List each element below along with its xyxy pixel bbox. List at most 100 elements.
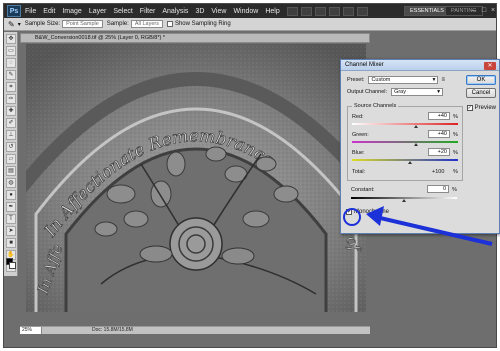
- preset-select[interactable]: Custom ▼: [368, 76, 439, 84]
- eyedropper-icon[interactable]: ✎: [8, 20, 15, 29]
- status-bar: 25% Doc: 15.8M/15.8M: [20, 326, 370, 334]
- ok-button[interactable]: OK: [466, 75, 496, 85]
- menu-edit[interactable]: Edit: [43, 8, 55, 15]
- menu-file[interactable]: File: [25, 8, 36, 15]
- document-canvas[interactable]: In Affectionate Remembrance: [26, 44, 366, 312]
- constant-label: Constant:: [351, 187, 375, 193]
- sample-label: Sample:: [106, 21, 129, 27]
- green-slider-thumb[interactable]: [413, 143, 418, 146]
- photoshop-logo: Ps: [7, 5, 21, 17]
- green-label: Green:: [352, 132, 369, 138]
- menu-select[interactable]: Select: [113, 8, 132, 15]
- bridge-button[interactable]: [286, 6, 298, 16]
- chevron-down-icon: ▼: [436, 89, 442, 95]
- document-title: B&W_Conversion0018.tif @ 25% (Layer 0, R…: [35, 35, 166, 41]
- red-slider-thumb[interactable]: [413, 125, 418, 128]
- channel-mixer-dialog: Channel Mixer ✕ Preset: Custom ▼ ≡ Output…: [340, 59, 500, 234]
- menu-analysis[interactable]: Analysis: [162, 8, 188, 15]
- chevron-down-icon: ▼: [431, 77, 437, 83]
- workspace-essentials[interactable]: ESSENTIALS: [404, 6, 450, 16]
- menu-filter[interactable]: Filter: [140, 8, 156, 15]
- green-value-input[interactable]: +40: [428, 130, 450, 138]
- brush-tool-icon[interactable]: ✐: [6, 118, 16, 128]
- menu-window[interactable]: Window: [233, 8, 258, 15]
- zoom-field[interactable]: 25%: [20, 327, 42, 334]
- total-label: Total:: [352, 169, 366, 175]
- photoshop-window: Ps File Edit Image Layer Select Filter A…: [3, 3, 500, 348]
- blue-label: Blue:: [352, 150, 365, 156]
- arrange-documents-button[interactable]: [342, 6, 354, 16]
- gravestone-photo: In Affectionate Remembrance: [26, 44, 366, 312]
- dialog-close-icon[interactable]: ✕: [484, 62, 496, 70]
- preset-label: Preset:: [347, 77, 365, 83]
- preview-option[interactable]: ✓ Preview: [466, 105, 496, 111]
- stamp-tool-icon[interactable]: ⊥: [6, 130, 16, 140]
- crop-tool-icon[interactable]: ⌗: [6, 82, 16, 92]
- source-channels-group: Source Channels Red: +40 % Green: +40 % …: [347, 103, 463, 181]
- constant-slider-thumb[interactable]: [402, 199, 406, 202]
- total-value: +100: [432, 169, 445, 175]
- output-channel-select[interactable]: Gray ▼: [391, 88, 444, 96]
- type-tool-icon[interactable]: T: [6, 214, 16, 224]
- green-percent: %: [453, 132, 458, 138]
- eyedropper-tool-icon[interactable]: ✑: [6, 94, 16, 104]
- document-tab[interactable]: B&W_Conversion0018.tif @ 25% (Layer 0, R…: [20, 33, 370, 43]
- view-extras-button[interactable]: [314, 6, 326, 16]
- sample-select[interactable]: All Layers: [130, 20, 163, 28]
- menu-layer[interactable]: Layer: [89, 8, 107, 15]
- menu-help[interactable]: Help: [265, 8, 279, 15]
- zoom-level-button[interactable]: [328, 6, 340, 16]
- blue-slider-thumb[interactable]: [408, 161, 413, 164]
- mini-bridge-button[interactable]: [300, 6, 312, 16]
- sample-size-label: Sample Size:: [24, 21, 61, 27]
- preset-options-icon[interactable]: ≡: [441, 77, 445, 83]
- blue-slider-track[interactable]: [352, 159, 458, 161]
- pen-tool-icon[interactable]: ✒: [6, 202, 16, 212]
- red-value-input[interactable]: +40: [428, 112, 450, 120]
- red-percent: %: [453, 114, 458, 120]
- toolbox: ✥ ▭ ◌ ✎ ⌗ ✑ ✚ ✐ ⊥ ↺ ▱ ▤ ◍ ● ✒ T ➤ ■ ✋ ⚲: [4, 32, 18, 276]
- lasso-tool-icon[interactable]: ◌: [6, 58, 16, 68]
- close-icon[interactable]: ×: [489, 7, 497, 15]
- cancel-button[interactable]: Cancel: [466, 88, 496, 98]
- red-slider-track[interactable]: [352, 123, 458, 125]
- green-slider-track[interactable]: [352, 141, 458, 143]
- total-percent: %: [453, 169, 458, 175]
- dialog-title: Channel Mixer: [341, 60, 499, 71]
- maximize-icon[interactable]: □: [480, 7, 488, 15]
- menu-bar: Ps File Edit Image Layer Select Filter A…: [4, 4, 496, 18]
- menu-3d[interactable]: 3D: [195, 8, 204, 15]
- menu-image[interactable]: Image: [62, 8, 81, 15]
- background-color-swatch[interactable]: [9, 262, 16, 269]
- red-label: Red:: [352, 114, 364, 120]
- path-select-tool-icon[interactable]: ➤: [6, 226, 16, 236]
- history-brush-tool-icon[interactable]: ↺: [6, 142, 16, 152]
- shape-tool-icon[interactable]: ■: [6, 238, 16, 248]
- healing-tool-icon[interactable]: ✚: [6, 106, 16, 116]
- options-bar: ✎ ▾ Sample Size: Point Sample Sample: Al…: [4, 18, 496, 31]
- screen-mode-button[interactable]: [356, 6, 368, 16]
- show-sampling-ring-label: Show Sampling Ring: [174, 21, 231, 27]
- constant-value-input[interactable]: 0: [427, 185, 449, 193]
- blue-value-input[interactable]: +20: [428, 148, 450, 156]
- quick-select-tool-icon[interactable]: ✎: [6, 70, 16, 80]
- gradient-tool-icon[interactable]: ▤: [6, 166, 16, 176]
- minimize-icon[interactable]: –: [470, 7, 478, 15]
- show-sampling-ring-checkbox[interactable]: [166, 21, 173, 27]
- sample-size-select[interactable]: Point Sample: [62, 20, 103, 28]
- preview-checkbox[interactable]: ✓: [466, 105, 473, 111]
- dodge-tool-icon[interactable]: ●: [6, 190, 16, 200]
- preview-label: Preview: [474, 105, 496, 111]
- move-tool-icon[interactable]: ✥: [6, 34, 16, 44]
- document-info[interactable]: Doc: 15.8M/15.8M: [92, 327, 133, 334]
- source-channels-label: Source Channels: [352, 103, 399, 109]
- constant-percent: %: [452, 187, 457, 193]
- chevron-down-icon[interactable]: ▾: [18, 21, 21, 28]
- marquee-tool-icon[interactable]: ▭: [6, 46, 16, 56]
- menu-view[interactable]: View: [211, 8, 226, 15]
- eraser-tool-icon[interactable]: ▱: [6, 154, 16, 164]
- output-channel-label: Output Channel:: [347, 89, 388, 95]
- blue-percent: %: [453, 150, 458, 156]
- annotation-circle: [343, 208, 361, 226]
- blur-tool-icon[interactable]: ◍: [6, 178, 16, 188]
